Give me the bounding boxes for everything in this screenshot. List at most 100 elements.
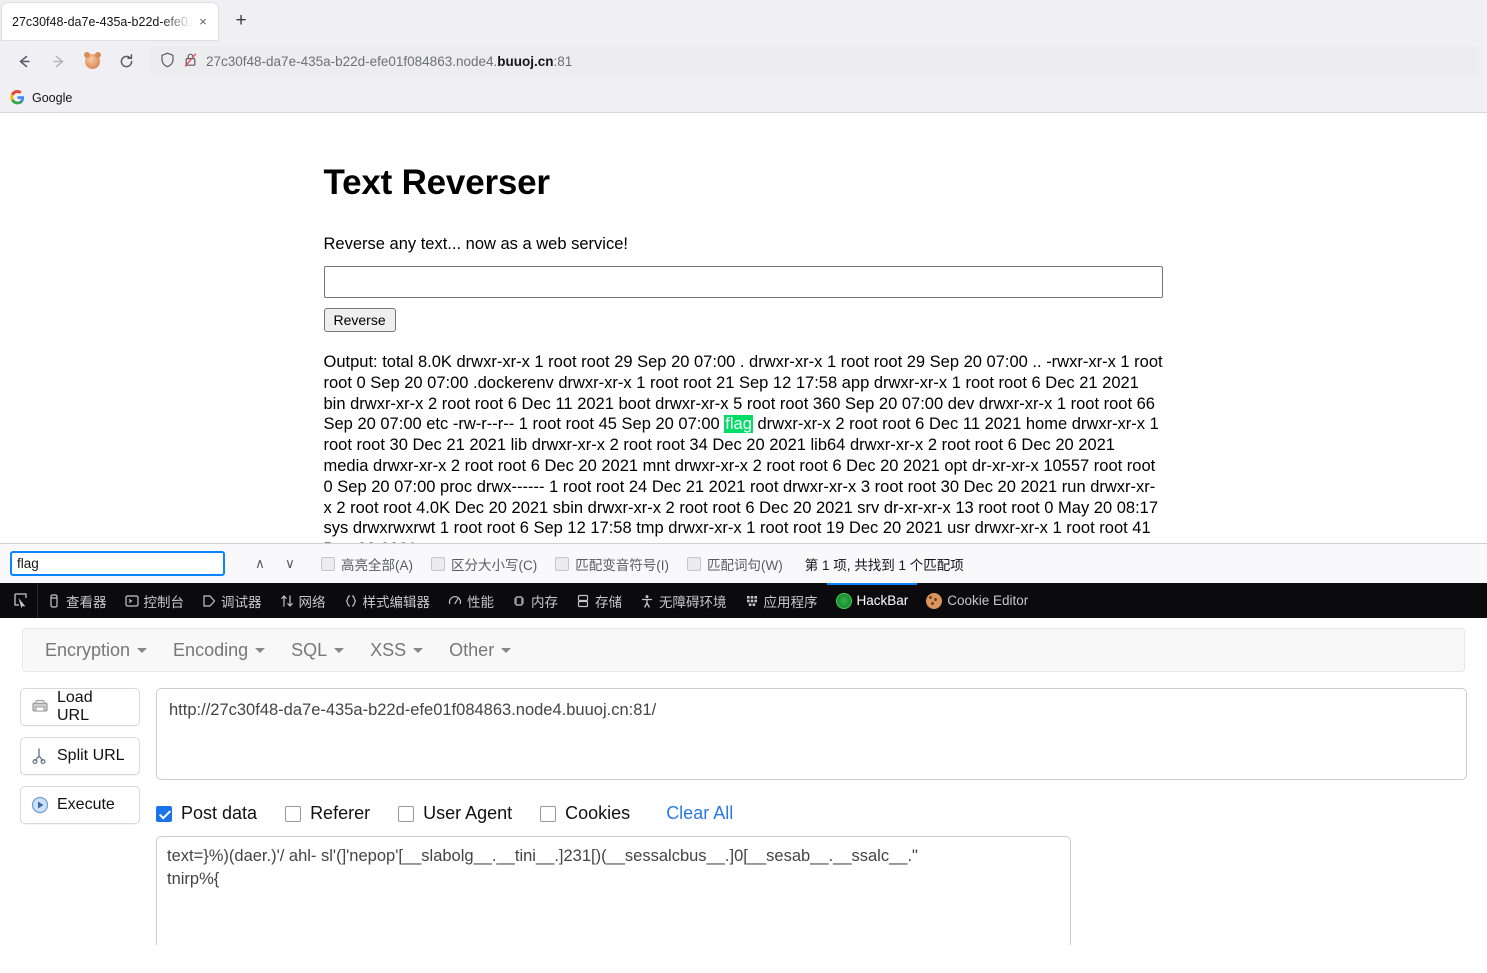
- reload-button[interactable]: [110, 46, 142, 78]
- devtools-tab-label: Cookie Editor: [947, 593, 1028, 608]
- cookie-icon: [926, 593, 942, 609]
- accessibility-icon: [640, 594, 654, 608]
- devtools-tab-accessibility[interactable]: 无障碍环境: [631, 583, 736, 618]
- hackbar-panel: Encryption Encoding SQL XSS Other Load U…: [0, 618, 1487, 945]
- button-label: Load URL: [57, 689, 129, 725]
- checkbox[interactable]: [321, 557, 335, 571]
- inspector-icon: [47, 594, 61, 608]
- devtools-tab-label: 性能: [467, 591, 494, 611]
- menu-other[interactable]: Other: [439, 634, 521, 667]
- browser-tab[interactable]: 27c30f48-da7e-435a-b22d-efe01 ×: [2, 3, 218, 40]
- option-user-agent[interactable]: User Agent: [398, 803, 512, 824]
- tab-strip: 27c30f48-da7e-435a-b22d-efe01 × +: [0, 0, 1487, 40]
- devtools-tab-memory[interactable]: 内存: [503, 583, 567, 618]
- browser-chrome: 27c30f48-da7e-435a-b22d-efe01 × +: [0, 0, 1487, 113]
- shield-icon[interactable]: [160, 52, 175, 71]
- menu-label: Encoding: [173, 640, 248, 661]
- devtools-tab-console[interactable]: 控制台: [116, 583, 194, 618]
- devtools-tab-style-editor[interactable]: 样式编辑器: [335, 583, 440, 618]
- devtools-tab-label: 网络: [299, 591, 326, 611]
- url-textarea[interactable]: [156, 688, 1467, 780]
- checkbox[interactable]: [555, 557, 569, 571]
- back-button[interactable]: [8, 46, 40, 78]
- menu-encoding[interactable]: Encoding: [163, 634, 275, 667]
- lock-broken-icon[interactable]: [183, 52, 198, 71]
- checkbox[interactable]: [540, 806, 556, 822]
- devtools-tab-hackbar[interactable]: HackBar: [827, 583, 918, 618]
- pocket-lion-icon[interactable]: [76, 46, 108, 78]
- option-label: Cookies: [565, 803, 630, 824]
- devtools-tab-label: 无障碍环境: [659, 591, 727, 611]
- load-url-icon: [31, 698, 49, 716]
- forward-button[interactable]: [42, 46, 74, 78]
- find-option-highlight-all[interactable]: 高亮全部(A): [321, 554, 413, 574]
- menu-xss[interactable]: XSS: [360, 634, 433, 667]
- text-input[interactable]: [324, 266, 1163, 298]
- firefox-logo-icon: [836, 593, 852, 609]
- address-bar[interactable]: 27c30f48-da7e-435a-b22d-efe01f084863.nod…: [150, 46, 1479, 78]
- checkbox[interactable]: [431, 557, 445, 571]
- option-label: 区分大小写(C): [451, 554, 537, 574]
- devtools-tab-network[interactable]: 网络: [271, 583, 335, 618]
- menu-label: Other: [449, 640, 494, 661]
- bookmark-label[interactable]: Google: [32, 91, 72, 105]
- execute-button[interactable]: Execute: [20, 786, 140, 824]
- page-title: Text Reverser: [324, 163, 1164, 203]
- option-referer[interactable]: Referer: [285, 803, 370, 824]
- checkbox[interactable]: [285, 806, 301, 822]
- find-option-match-case[interactable]: 区分大小写(C): [431, 554, 537, 574]
- devtools-tab-performance[interactable]: 性能: [439, 583, 503, 618]
- find-input[interactable]: [10, 551, 225, 576]
- menu-encryption[interactable]: Encryption: [35, 634, 157, 667]
- clear-all-button[interactable]: Clear All: [666, 803, 733, 824]
- find-option-whole-words[interactable]: 匹配词句(W): [687, 554, 783, 574]
- menu-label: Encryption: [45, 640, 130, 661]
- devtools-tab-application[interactable]: 应用程序: [736, 583, 827, 618]
- devtools-tab-storage[interactable]: 存储: [567, 583, 631, 618]
- devtools-tab-label: 调试器: [221, 591, 262, 611]
- memory-icon: [512, 594, 526, 608]
- find-bar: ∧ ∨ 高亮全部(A) 区分大小写(C) 匹配变音符号(I) 匹配词句(W) 第…: [0, 543, 1487, 583]
- hackbar-menubar: Encryption Encoding SQL XSS Other: [22, 628, 1465, 672]
- checkbox[interactable]: [687, 557, 701, 571]
- hackbar-actions: Load URL Split URL Execute: [20, 688, 140, 945]
- option-label: 高亮全部(A): [341, 554, 413, 574]
- chevron-down-icon: [413, 648, 423, 653]
- close-icon[interactable]: ×: [194, 13, 212, 31]
- navigation-toolbar: 27c30f48-da7e-435a-b22d-efe01f084863.nod…: [0, 40, 1487, 83]
- devtools-tab-inspector[interactable]: 查看器: [38, 583, 116, 618]
- option-label: Referer: [310, 803, 370, 824]
- menu-sql[interactable]: SQL: [281, 634, 354, 667]
- option-post-data[interactable]: Post data: [156, 803, 257, 824]
- bookmarks-toolbar: Google: [0, 83, 1487, 113]
- checkbox[interactable]: [156, 806, 172, 822]
- scissors-icon: [31, 747, 49, 765]
- option-label: Post data: [181, 803, 257, 824]
- devtools-tab-label: 应用程序: [764, 591, 818, 611]
- load-url-button[interactable]: Load URL: [20, 688, 140, 726]
- url-text: 27c30f48-da7e-435a-b22d-efe01f084863.nod…: [206, 54, 572, 69]
- find-previous-icon[interactable]: ∧: [247, 552, 273, 576]
- devtools-tab-debugger[interactable]: 调试器: [193, 583, 271, 618]
- button-label: Execute: [57, 796, 115, 814]
- find-option-match-diacritics[interactable]: 匹配变音符号(I): [555, 554, 669, 574]
- post-data-textarea[interactable]: [156, 836, 1071, 945]
- element-picker-icon[interactable]: [4, 583, 38, 618]
- reverse-button[interactable]: Reverse: [324, 308, 396, 332]
- option-label: User Agent: [423, 803, 512, 824]
- debugger-icon: [202, 594, 216, 608]
- output-segment-2: drwxr-xr-x 2 root root 6 Dec 11 2021 hom…: [324, 415, 1159, 543]
- checkbox[interactable]: [398, 806, 414, 822]
- find-next-icon[interactable]: ∨: [277, 552, 303, 576]
- devtools-toolbar: 查看器 控制台 调试器 网络 样式编辑器 性能 内存 存储 无障碍环境 应用程序…: [0, 583, 1487, 618]
- devtools-tab-label: 查看器: [66, 591, 107, 611]
- output-text: Output: total 8.0K drwxr-xr-x 1 root roo…: [324, 352, 1164, 543]
- hackbar-options: Post data Referer User Agent Cookies Cle…: [156, 803, 1467, 824]
- tab-title: 27c30f48-da7e-435a-b22d-efe01: [12, 15, 194, 29]
- split-url-button[interactable]: Split URL: [20, 737, 140, 775]
- new-tab-button[interactable]: +: [226, 6, 256, 36]
- devtools-tab-cookie-editor[interactable]: Cookie Editor: [917, 583, 1037, 618]
- devtools-tab-label: 样式编辑器: [363, 591, 431, 611]
- option-cookies[interactable]: Cookies: [540, 803, 630, 824]
- devtools-tab-label: 内存: [531, 591, 558, 611]
